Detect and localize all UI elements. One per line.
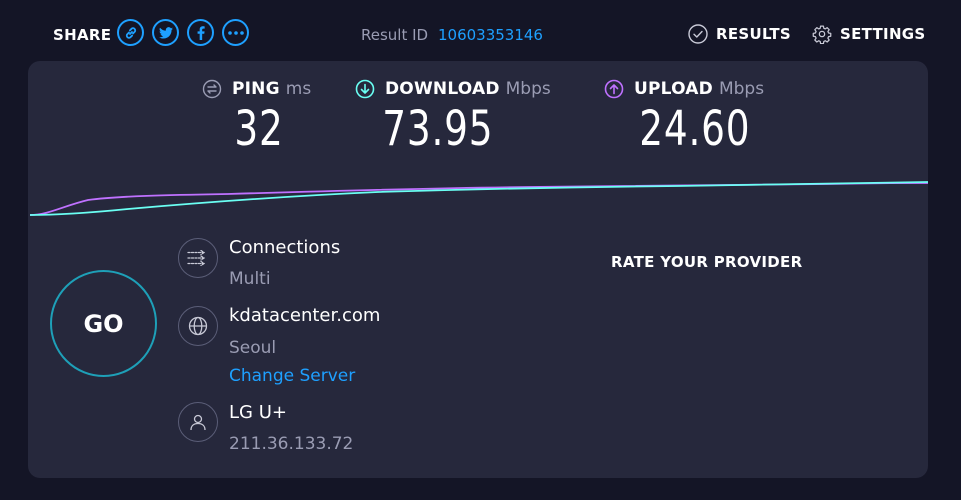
globe-icon	[178, 306, 218, 346]
upload-metric: UPLOAD Mbps	[604, 79, 764, 99]
check-circle-icon	[688, 24, 708, 44]
settings-label: SETTINGS	[840, 25, 926, 43]
change-server-link[interactable]: Change Server	[229, 366, 355, 386]
provider-name: LG U+	[229, 402, 287, 423]
result-id-link[interactable]: 10603353146	[438, 26, 543, 44]
connections-value[interactable]: Multi	[229, 269, 271, 289]
share-twitter-button[interactable]	[152, 19, 179, 46]
ping-icon	[202, 79, 222, 99]
upload-unit: Mbps	[718, 79, 765, 99]
upload-icon	[604, 79, 624, 99]
download-label: DOWNLOAD	[385, 79, 500, 99]
top-bar: SHARE Result ID 10603353146 RESULTS SETT…	[0, 0, 961, 62]
server-host: kdatacenter.com	[229, 305, 381, 326]
settings-nav-button[interactable]: SETTINGS	[812, 24, 926, 44]
ping-metric: PING ms	[202, 79, 311, 99]
share-link-button[interactable]	[117, 19, 144, 46]
provider-ip: 211.36.133.72	[229, 434, 354, 454]
gear-icon	[812, 25, 832, 44]
upload-value: 24.60	[639, 101, 751, 157]
upload-graph-line	[29, 182, 928, 216]
results-label: RESULTS	[716, 25, 791, 43]
link-icon	[125, 26, 136, 39]
speed-graph	[29, 181, 928, 216]
share-label: SHARE	[53, 26, 112, 44]
go-button[interactable]: GO	[50, 270, 157, 377]
download-metric: DOWNLOAD Mbps	[355, 79, 551, 99]
connections-icon	[178, 238, 218, 278]
share-more-button[interactable]	[222, 19, 249, 46]
twitter-icon	[158, 26, 173, 39]
result-id-label: Result ID	[361, 26, 429, 44]
results-panel: PING ms 32 DOWNLOAD Mbps 73.95 UPLOAD Mb…	[28, 61, 928, 478]
download-unit: Mbps	[505, 79, 551, 99]
rate-provider-heading: RATE YOUR PROVIDER	[611, 253, 803, 271]
user-icon	[178, 402, 218, 442]
server-location: Seoul	[229, 338, 277, 358]
results-nav-button[interactable]: RESULTS	[688, 24, 791, 44]
ping-unit: ms	[285, 79, 312, 99]
ping-label: PING	[232, 79, 280, 99]
more-icon	[227, 30, 244, 35]
share-facebook-button[interactable]	[187, 19, 214, 46]
upload-label: UPLOAD	[634, 79, 713, 99]
facebook-icon	[197, 25, 205, 40]
connections-label: Connections	[229, 237, 341, 258]
download-value: 73.95	[382, 101, 494, 157]
download-icon	[355, 79, 375, 99]
ping-value: 32	[234, 101, 284, 157]
